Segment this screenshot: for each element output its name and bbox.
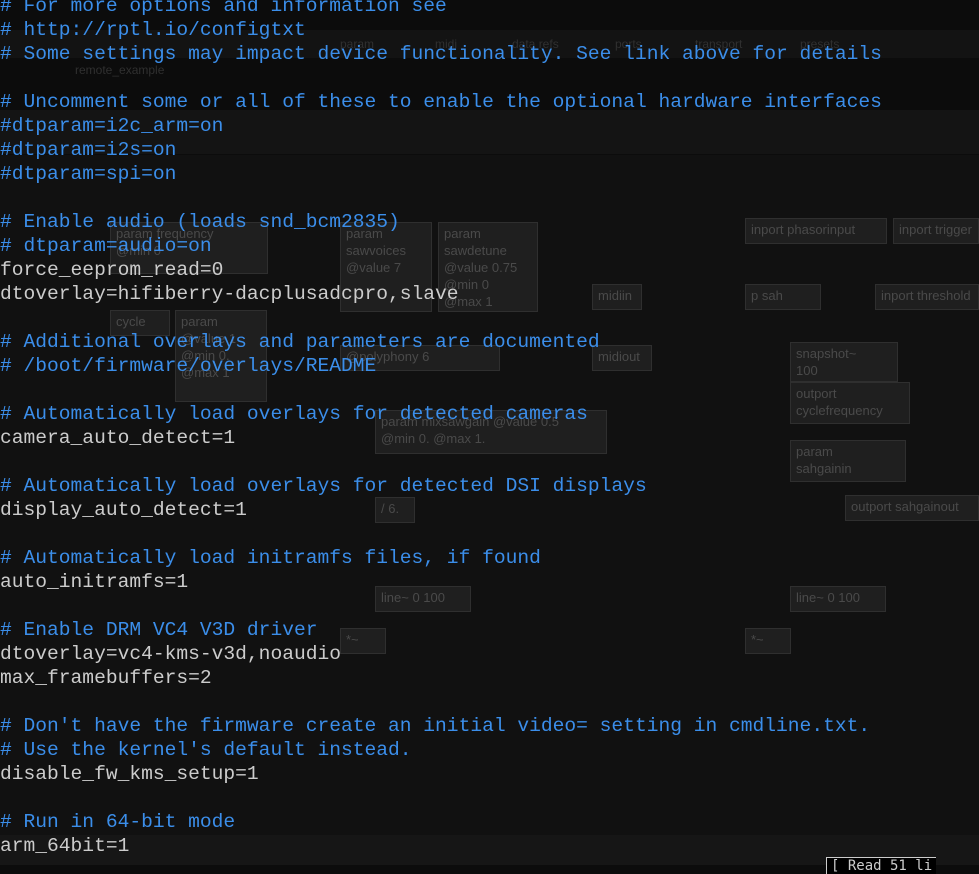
comment-line: # For more options and information see — [0, 0, 447, 17]
comment-line: #dtparam=i2s=on — [0, 139, 177, 161]
config-line: force_eeprom_read=0 — [0, 259, 224, 281]
comment-line: #dtparam=i2c_arm=on — [0, 115, 224, 137]
comment-line: # http://rptl.io/configtxt — [0, 19, 306, 41]
comment-line: # /boot/firmware/overlays/README — [0, 355, 377, 377]
comment-line: #dtparam=spi=on — [0, 163, 177, 185]
config-line: dtoverlay=vc4-kms-v3d,noaudio — [0, 643, 341, 665]
config-line: disable_fw_kms_setup=1 — [0, 763, 259, 785]
config-line: dtoverlay=hifiberry-dacplusadcpro,slave — [0, 283, 459, 305]
comment-line: # dtparam=audio=on — [0, 235, 212, 257]
comment-line: # Use the kernel's default instead. — [0, 739, 412, 761]
comment-line: # Automatically load overlays for detect… — [0, 475, 647, 497]
patcher-object: inport threshold — [875, 284, 979, 310]
comment-line: # Uncomment some or all of these to enab… — [0, 91, 882, 113]
config-line: auto_initramfs=1 — [0, 571, 189, 593]
config-line: display_auto_detect=1 — [0, 499, 247, 521]
comment-line: # Some settings may impact device functi… — [0, 43, 882, 65]
terminal-text-area[interactable]: # For more options and information see # … — [0, 0, 882, 858]
comment-line: # Enable audio (loads snd_bcm2835) — [0, 211, 400, 233]
comment-line: # Automatically load overlays for detect… — [0, 403, 588, 425]
comment-line: # Don't have the firmware create an init… — [0, 715, 871, 737]
comment-line: # Enable DRM VC4 V3D driver — [0, 619, 318, 641]
comment-line: # Automatically load initramfs files, if… — [0, 547, 541, 569]
status-message: [ Read 51 li — [826, 857, 937, 874]
config-line: camera_auto_detect=1 — [0, 427, 236, 449]
comment-line: # Additional overlays and parameters are… — [0, 331, 600, 353]
patcher-object: inport trigger — [893, 218, 979, 244]
config-line: arm_64bit=1 — [0, 835, 130, 857]
config-line: max_framebuffers=2 — [0, 667, 212, 689]
comment-line: # Run in 64-bit mode — [0, 811, 236, 833]
